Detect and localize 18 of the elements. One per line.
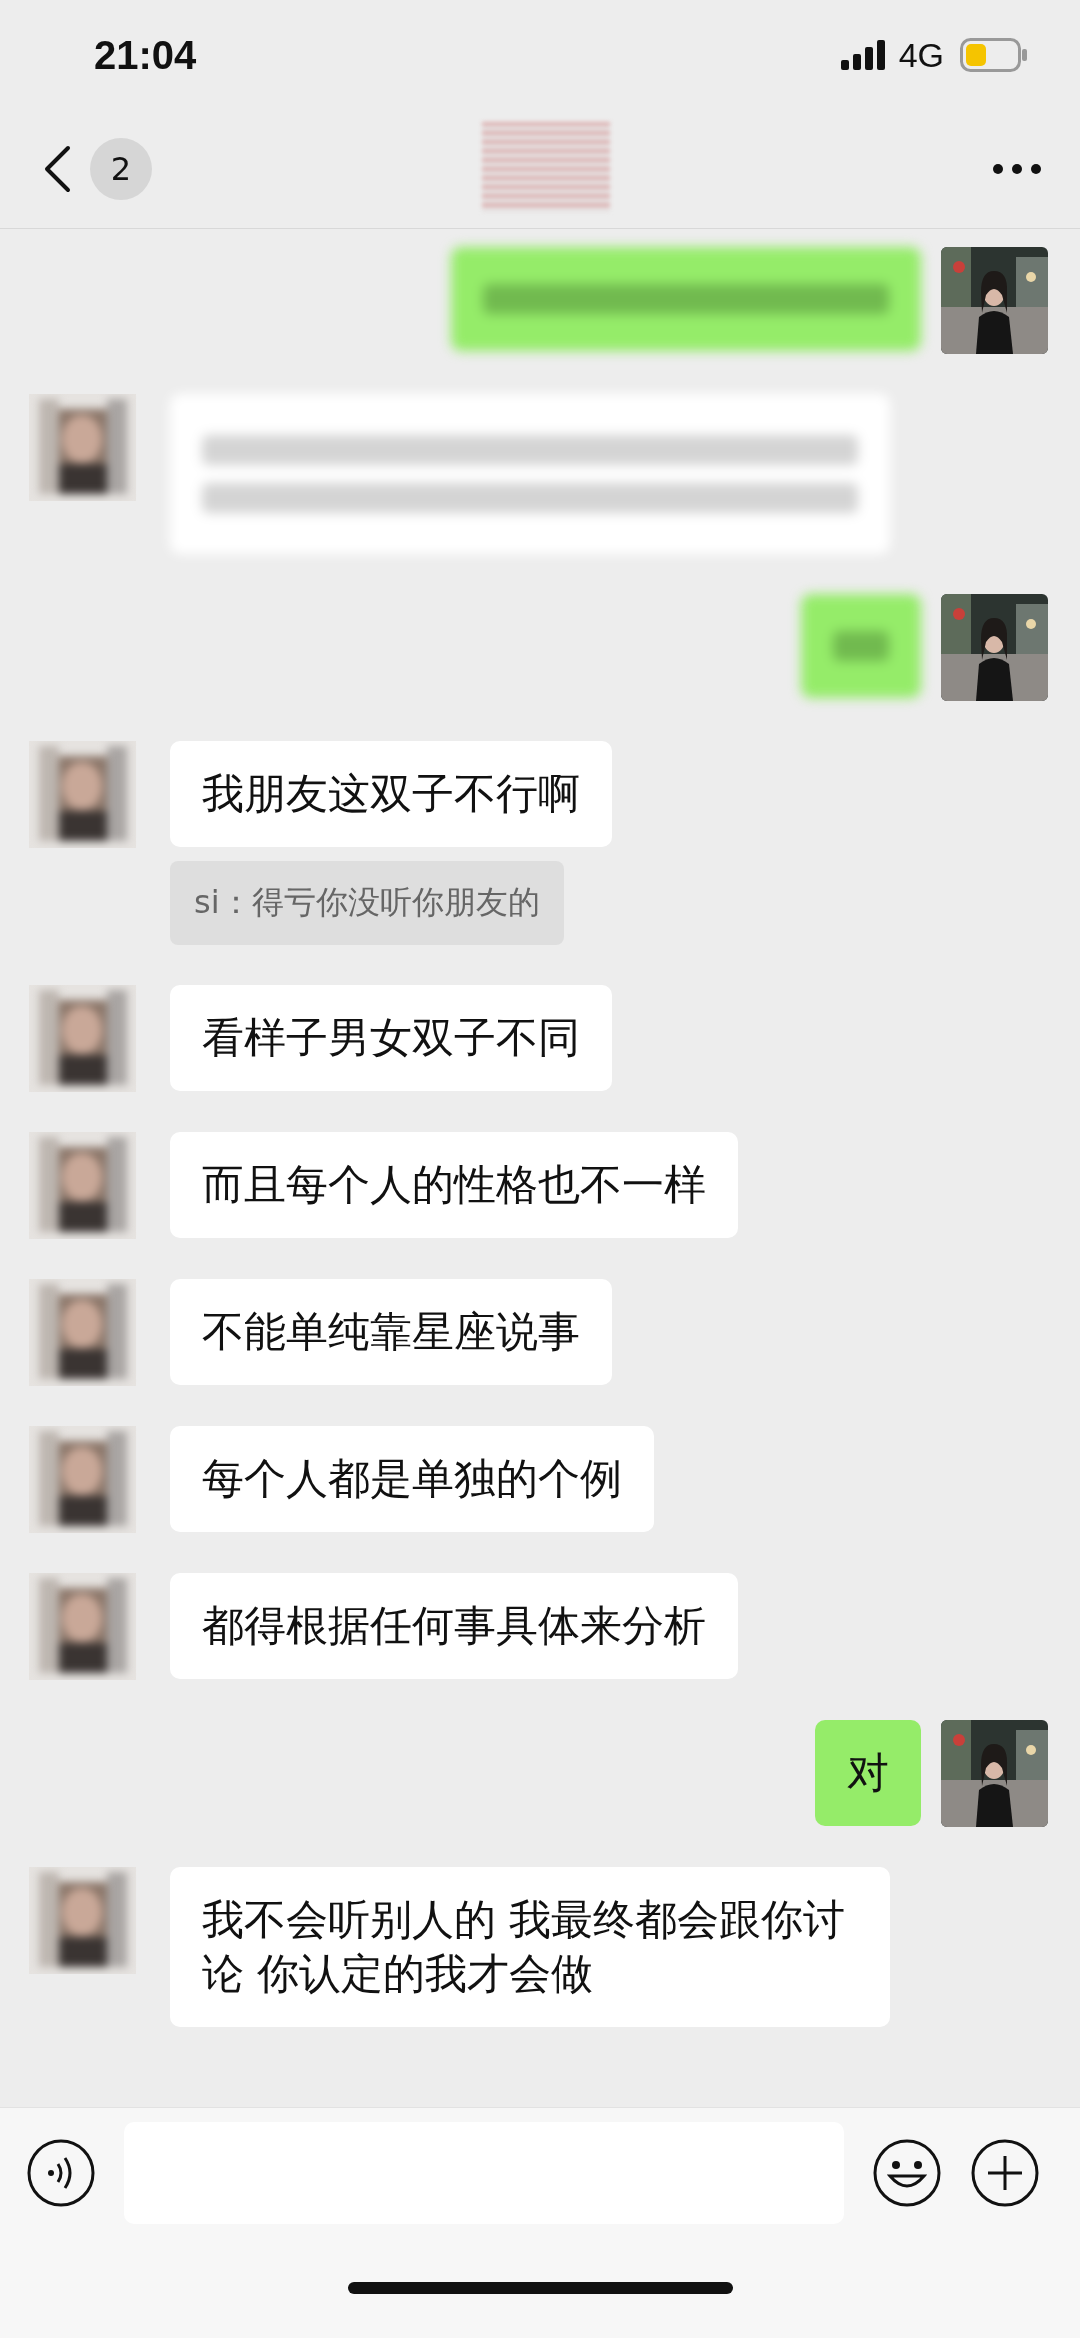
message-bubble: 看样子男女双子不同 (170, 985, 612, 1091)
voice-icon[interactable] (26, 2138, 96, 2208)
message-bubble: 我朋友这双子不行啊 (170, 741, 612, 847)
battery-icon (960, 38, 1028, 72)
message-bubble: 而且每个人的性格也不一样 (170, 1132, 738, 1238)
network-label: 4G (898, 35, 944, 75)
back-icon[interactable] (42, 145, 72, 193)
plus-icon[interactable] (970, 2138, 1040, 2208)
quoted-message: si：得亏你没听你朋友的 (170, 861, 564, 945)
message-bubble: 都得根据任何事具体来分析 (170, 1573, 738, 1679)
status-time: 21:04 (94, 32, 197, 78)
message-bubble: 每个人都是单独的个例 (170, 1426, 654, 1532)
message-bubble: 不能单纯靠星座说事 (170, 1279, 612, 1385)
unread-count: 2 (90, 138, 152, 200)
message-bubble: 我不会听别人的 我最终都会跟你讨论 你认定的我才会做 (170, 1867, 890, 2027)
more-icon[interactable] (992, 163, 1042, 175)
emoji-icon[interactable] (872, 2138, 942, 2208)
message-bubble: 对 (815, 1720, 921, 1826)
